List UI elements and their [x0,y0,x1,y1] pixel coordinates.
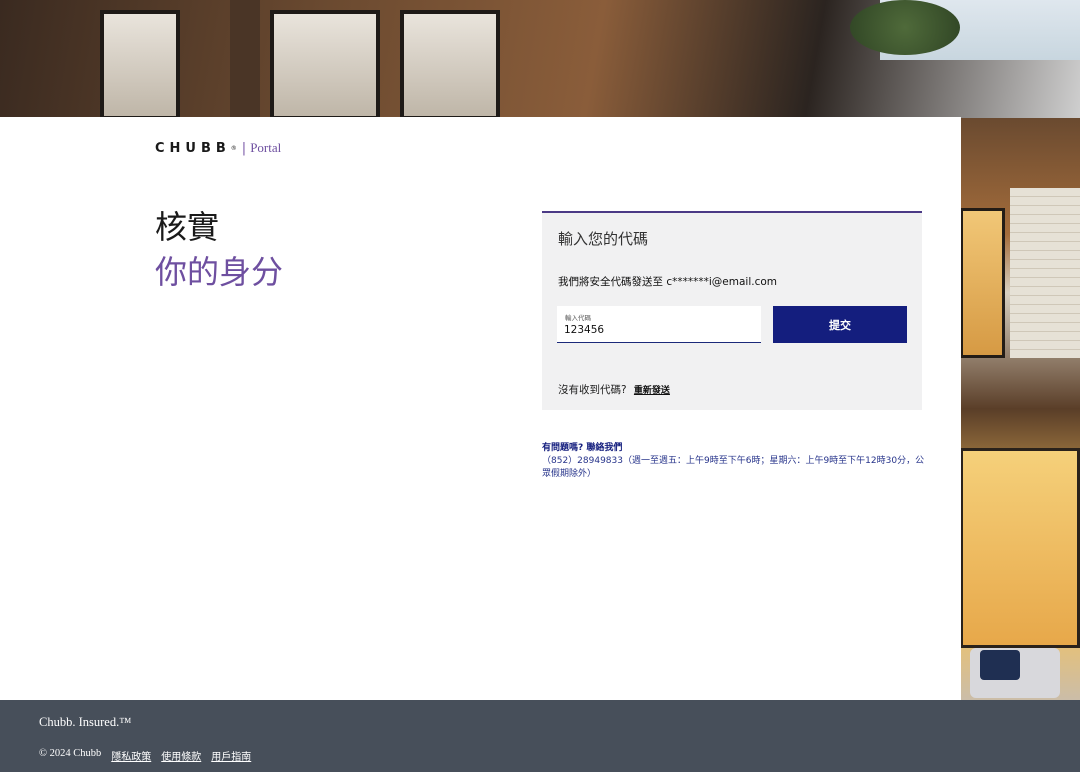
resend-prompt: 沒有收到代碼? [558,384,627,396]
chubb-portal-logo[interactable]: CHUBB ® | Portal [155,140,281,156]
wood-beam [230,0,260,120]
code-input[interactable] [564,322,754,338]
house-window [270,10,380,120]
page-title-line1: 核實 [155,208,220,246]
verification-panel: 輸入您的代碼 我們將安全代碼發送至 c*******i@email.com 輸入… [542,211,922,410]
page-title-line2: 你的身分 [155,253,284,291]
terms-of-use-link[interactable]: 使用條款 [161,748,201,763]
tree [850,0,960,55]
contact-us-link[interactable]: 有問題嗎? 聯絡我們 [542,442,932,455]
logo-separator: | [241,140,247,156]
privacy-policy-link[interactable]: 隱私政策 [111,748,151,763]
brick-wall [1010,188,1080,358]
house-side [960,118,1080,700]
footer: Chubb. Insured.™ © 2024 Chubb 隱私政策 使用條款 … [0,700,1080,772]
resend-row: 沒有收到代碼? 重新發送 [558,382,670,397]
lit-window [960,208,1005,358]
contact-details: （852）28949833（週一至週五：上午9時至下午6時；星期六：上午9時至下… [542,456,925,479]
lit-window [960,448,1080,648]
user-guide-link[interactable]: 用戶指南 [211,748,251,763]
house-window [400,10,500,120]
panel-title: 輸入您的代碼 [558,230,649,248]
code-sent-notice: 我們將安全代碼發送至 c*******i@email.com [558,276,777,288]
footer-tagline: Chubb. Insured.™ [39,715,132,729]
help-section: 有問題嗎? 聯絡我們 （852）28949833（週一至週五：上午9時至下午6時… [542,442,932,481]
pillow [980,650,1020,680]
footer-bottom: © 2024 Chubb 隱私政策 使用條款 用戶指南 [39,748,251,763]
registered-mark: ® [230,144,237,152]
code-field[interactable]: 輸入代碼 [557,306,761,343]
copyright: © 2024 Chubb [39,748,102,759]
product-name: Portal [250,140,282,155]
submit-button[interactable]: 提交 [773,306,907,343]
code-field-label: 輸入代碼 [565,314,591,322]
resend-link[interactable]: 重新發送 [634,386,670,396]
house-window [100,10,180,120]
brand-name: CHUBB [155,140,231,156]
login-card: CHUBB ® | Portal 核實 你的身分 輸入您的代碼 我們將安全代碼發… [0,117,961,700]
